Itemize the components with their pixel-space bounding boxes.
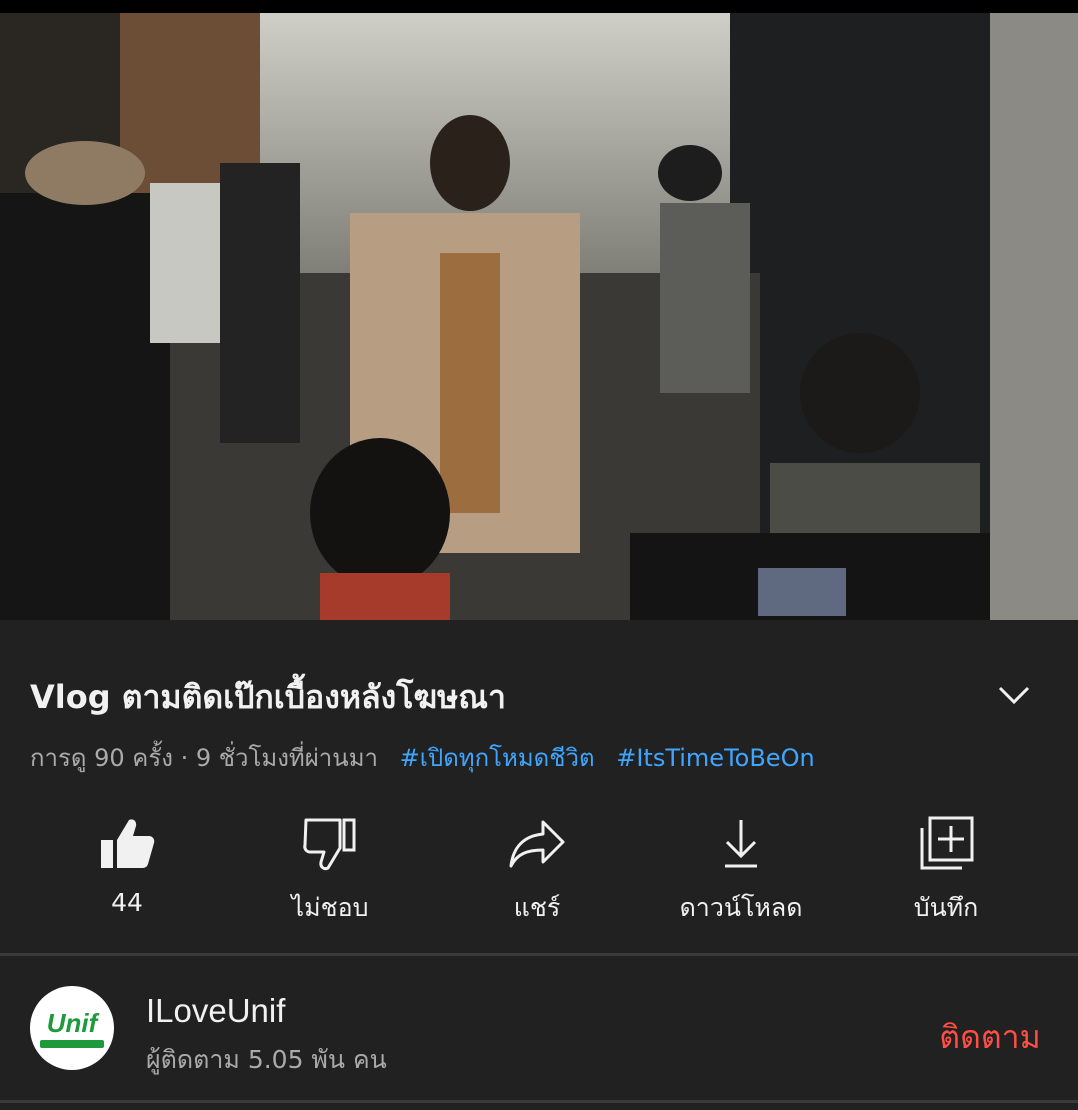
share-arrow-icon: [509, 820, 565, 868]
status-bar-strip: [0, 0, 1078, 13]
like-count: 44: [111, 888, 143, 917]
hashtag-link[interactable]: #เปิดทุกโหมดชีวิต: [400, 744, 595, 772]
channel-avatar[interactable]: Unif: [30, 986, 114, 1070]
section-divider: [0, 1100, 1078, 1103]
subscribe-button[interactable]: ติดตาม: [920, 1012, 1060, 1063]
dislike-label: ไม่ชอบ: [291, 893, 369, 922]
expand-description-button[interactable]: [994, 676, 1034, 716]
dislike-button[interactable]: ไม่ชอบ: [240, 812, 420, 928]
subscriber-count: ผู้ติดตาม 5.05 พัน คน: [146, 1045, 387, 1074]
save-label: บันทึก: [913, 893, 979, 922]
thumbs-up-filled-icon: [101, 819, 155, 868]
save-to-playlist-icon: [920, 816, 974, 870]
share-label: แชร์: [513, 893, 561, 922]
chevron-down-icon: [998, 686, 1030, 705]
channel-avatar-logo: Unif: [46, 1008, 98, 1038]
channel-name[interactable]: ILoveUnif: [146, 992, 285, 1030]
download-button[interactable]: ดาวน์โหลด: [651, 812, 831, 928]
video-title: Vlog ตามติดเป๊กเบื้องหลังโฆษณา: [30, 678, 506, 716]
download-label: ดาวน์โหลด: [679, 893, 803, 922]
view-count-and-age: การดู 90 ครั้ง · 9 ชั่วโมงที่ผ่านมา: [30, 744, 378, 772]
save-button[interactable]: บันทึก: [856, 812, 1036, 928]
video-meta: การดู 90 ครั้ง · 9 ชั่วโมงที่ผ่านมา #เปิ…: [30, 738, 815, 777]
download-icon: [725, 820, 757, 868]
thumbs-down-icon: [303, 818, 356, 871]
section-divider: [0, 953, 1078, 956]
like-button[interactable]: 44: [37, 812, 217, 917]
share-button[interactable]: แชร์: [447, 812, 627, 928]
video-player[interactable]: [0, 13, 1078, 620]
hashtag-link[interactable]: #ItsTimeToBeOn: [616, 744, 814, 772]
channel-avatar-tagline-bar: [40, 1040, 104, 1048]
video-frame: [0, 13, 1078, 620]
